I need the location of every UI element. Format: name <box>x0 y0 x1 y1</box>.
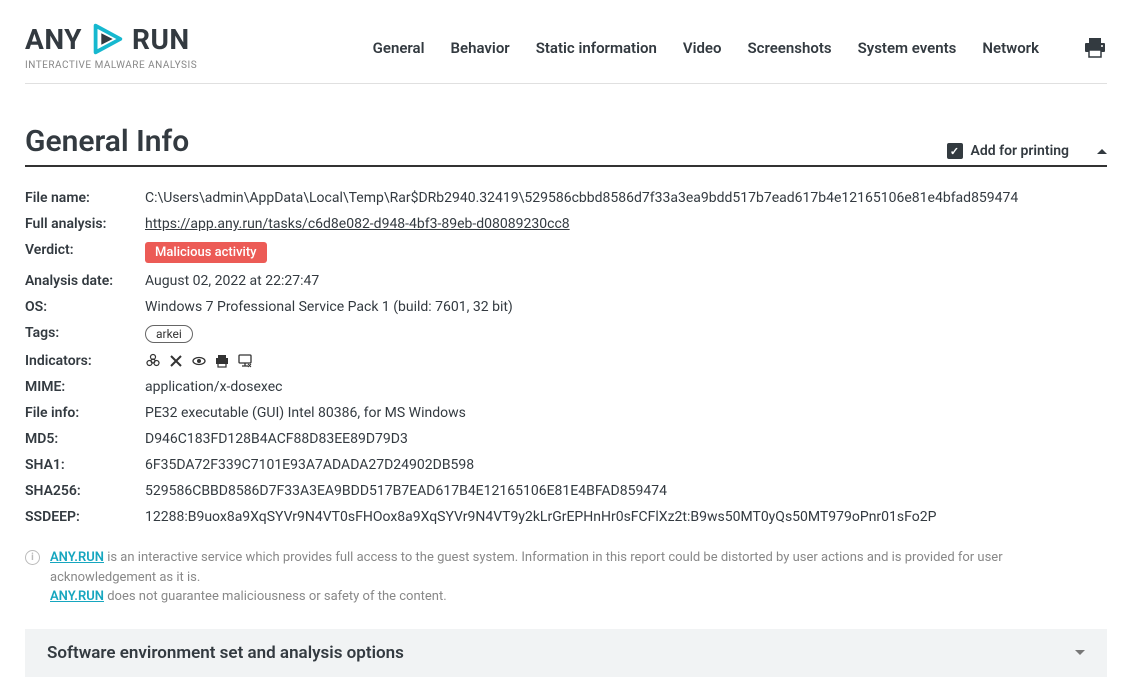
logo-subtitle: INTERACTIVE MALWARE ANALYSIS <box>25 60 197 71</box>
section-title: General Info <box>25 124 189 159</box>
row-ssdeep: SSDEEP: 12288:B9uox8a9XqSYVr9N4VT0sFHOox… <box>25 504 1107 530</box>
logo-text-any: ANY <box>25 23 82 56</box>
row-sha256: SHA256: 529586CBBD8586D7F33A3EA9BDD517B7… <box>25 478 1107 504</box>
disclaimer-text: ANY.RUN is an interactive service which … <box>50 548 1107 607</box>
indicators-icons <box>145 353 253 369</box>
label-md5: MD5: <box>25 431 145 447</box>
logo-block: ANY RUN INTERACTIVE MALWARE ANALYSIS <box>25 20 197 71</box>
wrench-cross-icon <box>168 353 184 369</box>
disclaimer: i ANY.RUN is an interactive service whic… <box>25 548 1107 607</box>
biohazard-icon <box>145 353 161 369</box>
label-ssdeep: SSDEEP: <box>25 509 145 525</box>
value-analysis-date: August 02, 2022 at 22:27:47 <box>145 273 319 289</box>
add-print-label: Add for printing <box>971 143 1070 159</box>
row-tags: Tags: arkei <box>25 320 1107 348</box>
print-icon[interactable] <box>1083 38 1107 58</box>
label-os: OS: <box>25 299 145 315</box>
label-sha256: SHA256: <box>25 483 145 499</box>
value-os: Windows 7 Professional Service Pack 1 (b… <box>145 299 513 315</box>
row-sha1: SHA1: 6F35DA72F339C7101E93A7ADADA27D2490… <box>25 452 1107 478</box>
label-full-analysis: Full analysis: <box>25 216 145 232</box>
row-full-analysis: Full analysis: https://app.any.run/tasks… <box>25 211 1107 237</box>
printer-indicator-icon <box>214 353 230 369</box>
tag-arkei[interactable]: arkei <box>145 325 193 343</box>
software-env-title: Software environment set and analysis op… <box>47 643 404 663</box>
checkbox-checked-icon: ✓ <box>947 143 963 159</box>
chevron-up-icon <box>1097 149 1107 154</box>
disclaimer-line2: does not guarantee maliciousness or safe… <box>104 589 447 604</box>
nav-video[interactable]: Video <box>683 39 722 57</box>
disclaimer-link-2[interactable]: ANY.RUN <box>50 589 104 604</box>
chevron-down-icon <box>1075 650 1085 655</box>
software-env-panel[interactable]: Software environment set and analysis op… <box>25 629 1107 677</box>
verdict-badge: Malicious activity <box>145 242 267 263</box>
row-verdict: Verdict: Malicious activity <box>25 237 1107 268</box>
add-for-printing-toggle[interactable]: ✓ Add for printing <box>947 143 1108 159</box>
page-header: ANY RUN INTERACTIVE MALWARE ANALYSIS Gen… <box>25 20 1107 84</box>
logo[interactable]: ANY RUN <box>25 20 197 58</box>
nav-static[interactable]: Static information <box>536 39 657 57</box>
eye-icon <box>191 353 207 369</box>
value-sha256: 529586CBBD8586D7F33A3EA9BDD517B7EAD617B4… <box>145 483 667 499</box>
label-file-info: File info: <box>25 405 145 421</box>
nav-network[interactable]: Network <box>982 39 1039 57</box>
network-indicator-icon <box>237 353 253 369</box>
top-nav: General Behavior Static information Vide… <box>373 38 1107 58</box>
row-file-name: File name: C:\Users\admin\AppData\Local\… <box>25 185 1107 211</box>
label-indicators: Indicators: <box>25 353 145 369</box>
nav-behavior[interactable]: Behavior <box>451 39 510 57</box>
label-mime: MIME: <box>25 379 145 395</box>
nav-system-events[interactable]: System events <box>858 39 957 57</box>
disclaimer-line1: is an interactive service which provides… <box>50 550 1003 585</box>
value-mime: application/x-dosexec <box>145 379 282 395</box>
value-ssdeep: 12288:B9uox8a9XqSYVr9N4VT0sFHOox8a9XqSYV… <box>145 509 936 525</box>
row-indicators: Indicators: <box>25 348 1107 374</box>
value-md5: D946C183FD128B4ACF88D83EE89D79D3 <box>145 431 408 447</box>
value-file-info: PE32 executable (GUI) Intel 80386, for M… <box>145 405 466 421</box>
row-file-info: File info: PE32 executable (GUI) Intel 8… <box>25 400 1107 426</box>
section-header: General Info ✓ Add for printing <box>25 124 1107 167</box>
nav-general[interactable]: General <box>373 39 425 57</box>
row-mime: MIME: application/x-dosexec <box>25 374 1107 400</box>
general-info-table: File name: C:\Users\admin\AppData\Local\… <box>25 185 1107 530</box>
disclaimer-link-1[interactable]: ANY.RUN <box>50 550 104 565</box>
row-os: OS: Windows 7 Professional Service Pack … <box>25 294 1107 320</box>
play-triangle-icon <box>88 20 126 58</box>
label-file-name: File name: <box>25 190 145 206</box>
info-icon: i <box>25 550 40 565</box>
label-verdict: Verdict: <box>25 242 145 263</box>
label-sha1: SHA1: <box>25 457 145 473</box>
label-analysis-date: Analysis date: <box>25 273 145 289</box>
value-file-name: C:\Users\admin\AppData\Local\Temp\Rar$DR… <box>145 190 1018 206</box>
link-full-analysis[interactable]: https://app.any.run/tasks/c6d8e082-d948-… <box>145 216 570 232</box>
nav-screenshots[interactable]: Screenshots <box>748 39 832 57</box>
row-analysis-date: Analysis date: August 02, 2022 at 22:27:… <box>25 268 1107 294</box>
value-sha1: 6F35DA72F339C7101E93A7ADADA27D24902DB598 <box>145 457 474 473</box>
logo-text-run: RUN <box>132 23 190 56</box>
row-md5: MD5: D946C183FD128B4ACF88D83EE89D79D3 <box>25 426 1107 452</box>
label-tags: Tags: <box>25 325 145 343</box>
